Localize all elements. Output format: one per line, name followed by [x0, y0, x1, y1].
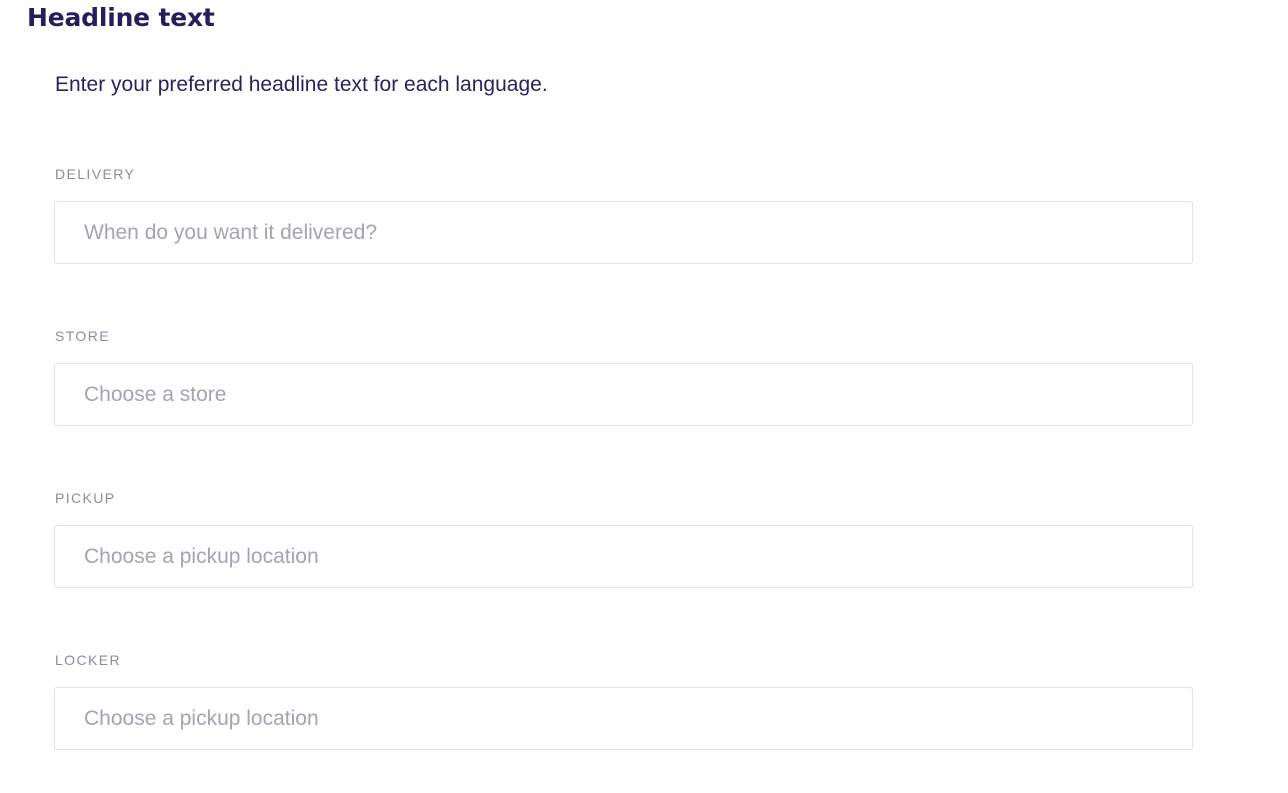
store-field-label: STORE: [55, 328, 110, 344]
pickup-field-label: PICKUP: [55, 490, 116, 506]
pickup-headline-input[interactable]: [54, 525, 1193, 588]
store-headline-input[interactable]: [54, 363, 1193, 426]
delivery-headline-input[interactable]: [54, 201, 1193, 264]
page-description: Enter your preferred headline text for e…: [55, 73, 548, 96]
delivery-field-label: DELIVERY: [55, 166, 136, 182]
locker-field-label: LOCKER: [55, 652, 121, 668]
page-title: Headline text: [27, 3, 215, 32]
locker-headline-input[interactable]: [54, 687, 1193, 750]
